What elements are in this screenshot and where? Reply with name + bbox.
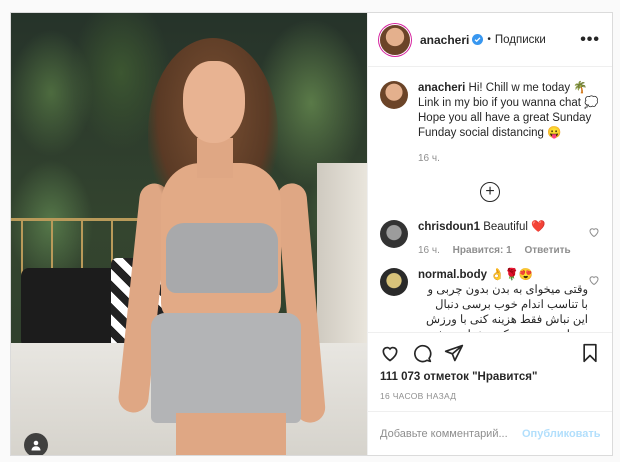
face xyxy=(183,61,245,143)
comment-text: وقتی میخوای به بدن بدون چربی و با تناسب … xyxy=(420,284,588,332)
reply-button[interactable]: Ответить xyxy=(524,245,570,256)
action-icons xyxy=(380,341,600,365)
caption-body: anacheri Hi! Chill w me today 🌴 Link in … xyxy=(418,81,600,166)
post-actions: 111 073 отметок "Нравится" 16 ЧАСОВ НАЗА… xyxy=(368,332,612,401)
comment-icon[interactable] xyxy=(412,343,432,363)
caption-avatar[interactable] xyxy=(380,81,408,109)
post-header: anacheri • Подписки ••• xyxy=(368,13,612,67)
comment-text: Beautiful ❤️ xyxy=(483,221,546,233)
heart-icon[interactable] xyxy=(380,343,400,363)
comment-likes[interactable]: Нравится: 1 xyxy=(453,245,512,256)
author-avatar[interactable] xyxy=(380,24,410,55)
comment-item: chrisdoun1 Beautiful ❤️ 16 ч. Нравится: … xyxy=(380,220,600,258)
comment-avatar[interactable] xyxy=(380,220,408,248)
post-photo[interactable] xyxy=(11,13,367,455)
user-tag-button[interactable] xyxy=(24,433,48,455)
comment-body: normal.body 👌🌹😍 وقتی میخوای به بدن بدون … xyxy=(418,268,588,332)
neck xyxy=(197,138,233,178)
likes-count[interactable]: 111 073 отметок "Нравится" xyxy=(380,371,600,383)
post-caption: anacheri Hi! Chill w me today 🌴 Link in … xyxy=(380,81,600,166)
comment-avatar[interactable] xyxy=(380,268,408,296)
grey-shorts xyxy=(151,313,301,423)
caption-time: 16 ч. xyxy=(418,153,440,164)
comment-emoji: 👌🌹😍 xyxy=(490,269,534,281)
instagram-post-dialog: anacheri • Подписки ••• anacheri Hi! Chi… xyxy=(10,12,613,456)
comments-list[interactable]: anacheri Hi! Chill w me today 🌴 Link in … xyxy=(368,67,612,332)
plus-circle-icon: + xyxy=(480,182,500,202)
more-options-icon[interactable]: ••• xyxy=(580,31,600,49)
bookmark-icon[interactable] xyxy=(580,343,600,363)
user-tag-icon xyxy=(31,440,41,451)
author-username[interactable]: anacheri xyxy=(420,33,469,47)
add-comment-bar: Опубликовать xyxy=(368,411,612,455)
comment-username[interactable]: normal.body xyxy=(418,269,487,281)
comment-username[interactable]: chrisdoun1 xyxy=(418,221,480,233)
comment-like-heart-icon[interactable] xyxy=(588,226,600,238)
comment-input[interactable] xyxy=(380,427,522,440)
publish-button[interactable]: Опубликовать xyxy=(522,428,601,440)
comment-like-heart-icon[interactable] xyxy=(588,274,600,286)
legs xyxy=(176,413,286,455)
grey-top xyxy=(166,223,278,293)
verified-badge-icon xyxy=(472,34,484,45)
comment-body: chrisdoun1 Beautiful ❤️ 16 ч. Нравится: … xyxy=(418,220,588,258)
load-more-comments[interactable]: + xyxy=(380,182,600,202)
post-timestamp[interactable]: 16 ЧАСОВ НАЗАД xyxy=(380,391,600,401)
comment-meta: 16 ч. Нравится: 1 Ответить xyxy=(418,243,588,258)
separator-dot: • xyxy=(487,34,491,45)
comment-time: 16 ч. xyxy=(418,245,440,256)
comment-item: normal.body 👌🌹😍 وقتی میخوای به بدن بدون … xyxy=(380,268,600,332)
share-icon[interactable] xyxy=(444,343,464,363)
post-sidebar: anacheri • Подписки ••• anacheri Hi! Chi… xyxy=(367,13,612,455)
following-button[interactable]: Подписки xyxy=(495,34,546,46)
caption-username[interactable]: anacheri xyxy=(418,82,465,94)
